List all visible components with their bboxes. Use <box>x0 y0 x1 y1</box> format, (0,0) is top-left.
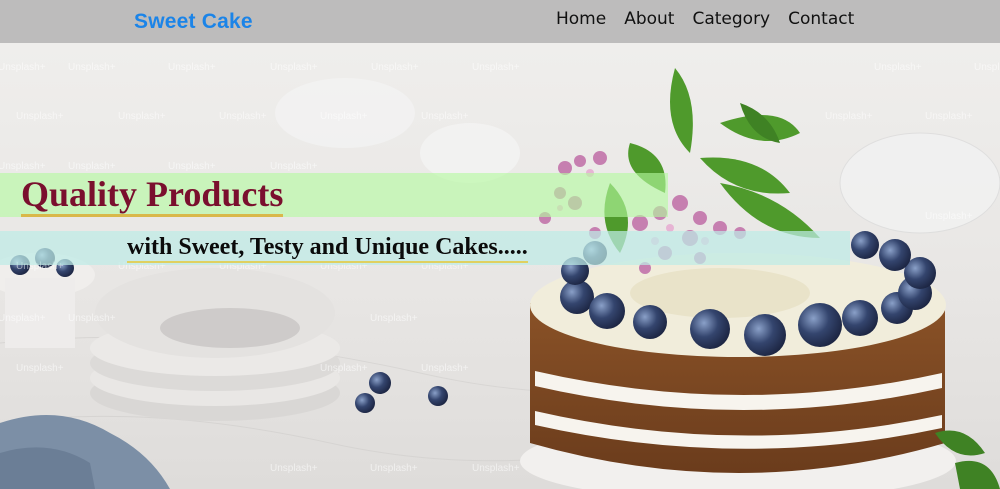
hero-subline: with Sweet, Testy and Unique Cakes..... <box>127 233 528 263</box>
nav-link-category[interactable]: Category <box>692 9 770 29</box>
hero-section: Unsplash+ Unsplash+ Unsplash+ Unsplash+ … <box>0 43 1000 489</box>
nav-link-contact[interactable]: Contact <box>788 9 854 29</box>
nav-links: Home About Category Contact <box>556 9 854 29</box>
navbar: Sweet Cake Home About Category Contact <box>0 0 1000 43</box>
brand-logo[interactable]: Sweet Cake <box>134 10 253 34</box>
hero-background-image <box>0 43 1000 489</box>
hero-headline: Quality Products <box>21 174 284 217</box>
nav-link-home[interactable]: Home <box>556 9 606 29</box>
nav-link-about[interactable]: About <box>624 9 674 29</box>
